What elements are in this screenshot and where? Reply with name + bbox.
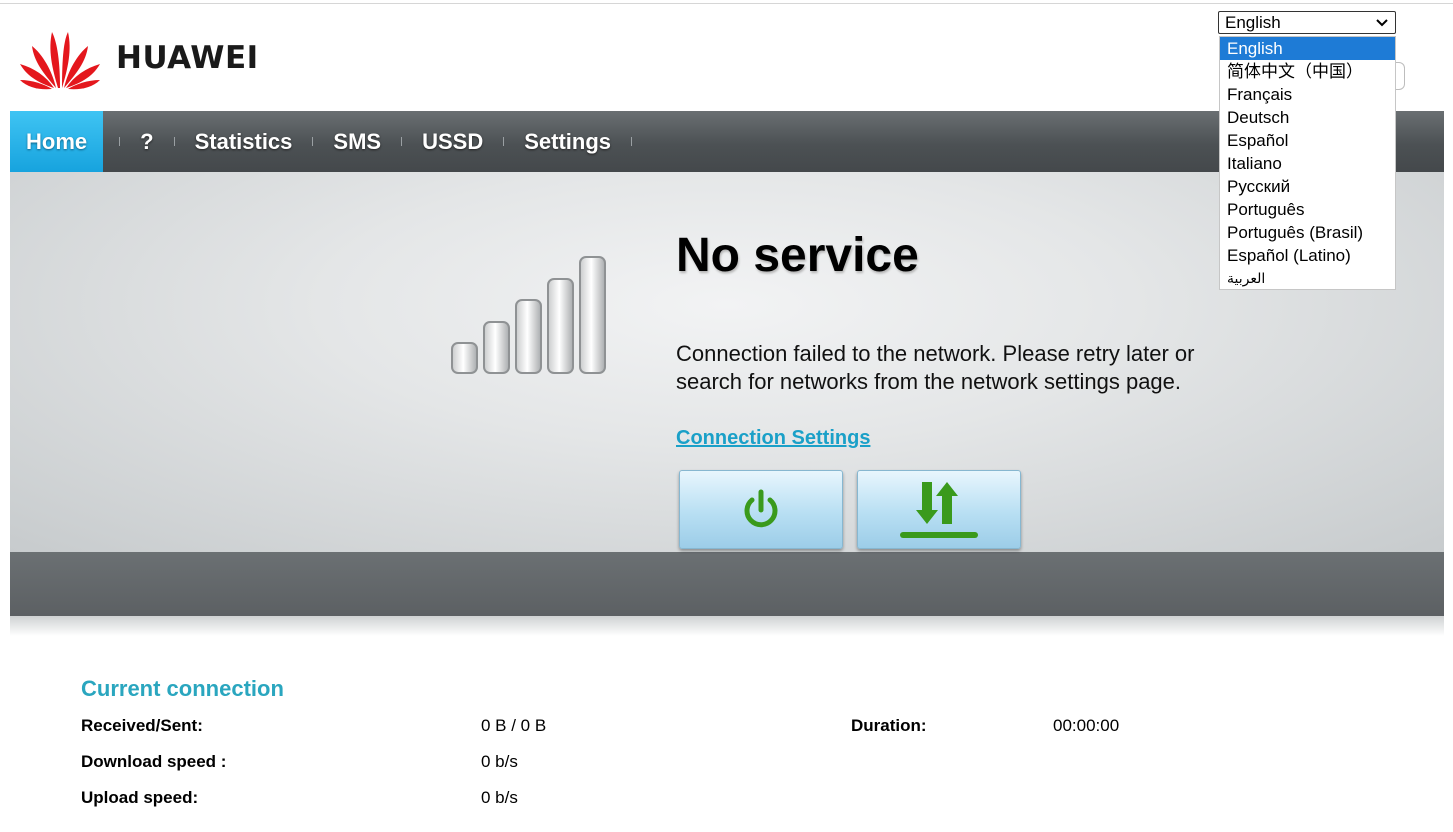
duration-label: Duration: <box>851 716 927 735</box>
connect-button[interactable] <box>679 470 843 549</box>
signal-strength-icon <box>451 256 606 374</box>
duration-value: 00:00:00 <box>1053 716 1120 735</box>
data-toggle-button[interactable] <box>857 470 1021 549</box>
chevron-down-icon <box>1376 19 1388 27</box>
nav-item-help[interactable]: ? <box>136 111 157 172</box>
signal-bar <box>579 256 606 374</box>
nav-separator <box>401 137 403 146</box>
huawei-flower-icon <box>20 32 100 90</box>
nav-item-home[interactable]: Home <box>10 111 104 172</box>
language-option[interactable]: Italiano <box>1220 152 1395 175</box>
up-down-arrows-icon <box>900 481 978 538</box>
current-connection-title: Current connection <box>81 676 284 701</box>
language-option[interactable]: العربية <box>1220 267 1395 289</box>
status-message: Connection failed to the network. Please… <box>676 341 1195 394</box>
download-speed-label: Download speed : <box>81 752 227 771</box>
received-sent-label: Received/Sent: <box>81 716 203 735</box>
language-select[interactable]: English <box>1218 11 1396 34</box>
upload-speed-label: Upload speed: <box>81 788 199 807</box>
received-sent-value: 0 B / 0 B <box>481 716 547 735</box>
status-panel-footer <box>10 552 1444 616</box>
language-select-value: English <box>1225 13 1281 32</box>
nav-separator <box>119 137 121 146</box>
panel-shadow <box>10 616 1444 636</box>
language-option[interactable]: 简体中文（中国） <box>1220 60 1395 83</box>
connection-settings-link[interactable]: Connection Settings <box>676 427 870 450</box>
nav-separator <box>173 137 175 146</box>
nav-separator <box>631 137 633 146</box>
language-option[interactable]: English <box>1220 37 1395 60</box>
brand-name: HUAWEI <box>116 40 259 76</box>
nav-separator <box>503 137 505 146</box>
signal-bar <box>483 321 510 374</box>
upload-speed-value: 0 b/s <box>481 788 518 807</box>
nav-item-ussd[interactable]: USSD <box>418 111 487 172</box>
language-option[interactable]: Español (Latino) <box>1220 244 1395 267</box>
nav-item-settings[interactable]: Settings <box>520 111 615 172</box>
language-dropdown-list: English 简体中文（中国） Français Deutsch Españo… <box>1219 36 1396 290</box>
status-title: No service <box>676 229 919 282</box>
signal-bar <box>515 299 542 374</box>
language-option[interactable]: Русский <box>1220 175 1395 198</box>
signal-bar <box>547 278 574 374</box>
huawei-logo: HUAWEI <box>18 26 259 90</box>
language-option[interactable]: Português <box>1220 198 1395 221</box>
language-option[interactable]: Deutsch <box>1220 106 1395 129</box>
nav-item-sms[interactable]: SMS <box>329 111 385 172</box>
signal-bar <box>451 342 478 374</box>
login-field-edge <box>1396 62 1405 90</box>
language-option[interactable]: Português (Brasil) <box>1220 221 1395 244</box>
language-option[interactable]: Español <box>1220 129 1395 152</box>
language-option[interactable]: Français <box>1220 83 1395 106</box>
download-speed-value: 0 b/s <box>481 752 518 771</box>
nav-item-statistics[interactable]: Statistics <box>191 111 297 172</box>
top-border <box>0 3 1453 4</box>
nav-separator <box>312 137 314 146</box>
power-icon <box>744 489 778 527</box>
